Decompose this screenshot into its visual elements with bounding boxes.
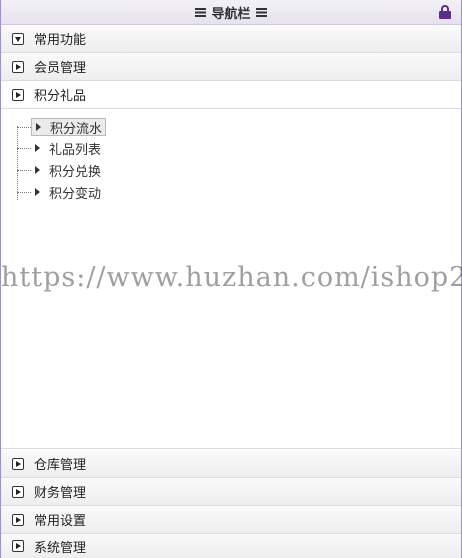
- section-label: 财务管理: [34, 486, 87, 501]
- header-title-group: 导航栏: [195, 3, 267, 22]
- tree-item-points-exchange[interactable]: 积分兑换: [17, 160, 104, 180]
- tree-item-gift-list[interactable]: 礼品列表: [17, 138, 104, 158]
- section-label: 常用功能: [34, 33, 87, 48]
- expand-down-icon: [12, 32, 24, 45]
- expand-right-icon: [12, 88, 24, 101]
- section-points-gifts[interactable]: 积分礼品: [1, 81, 461, 109]
- points-gifts-tree: 积分流水 礼品列表 积分兑换 积分变动: [1, 109, 461, 449]
- caret-right-icon: [35, 144, 40, 152]
- hamburger-icon: [195, 7, 207, 17]
- section-label: 系统管理: [34, 540, 87, 556]
- section-common-settings[interactable]: 常用设置: [1, 506, 461, 534]
- expand-right-icon: [12, 60, 24, 73]
- tree-item-label: 积分变动: [49, 186, 102, 202]
- section-label: 会员管理: [34, 61, 87, 76]
- tree-item-label: 礼品列表: [49, 142, 102, 158]
- section-label: 常用设置: [34, 514, 87, 529]
- navigation-panel: 导航栏 常用功能 会员管理 积分礼品 积分流水 礼品列表 积分兑换 积分变动 仓…: [0, 0, 462, 558]
- tree-item-points-change[interactable]: 积分变动: [17, 182, 104, 202]
- expand-right-icon: [12, 485, 24, 498]
- caret-right-icon: [35, 166, 40, 174]
- tree-item-points-flow[interactable]: 积分流水: [17, 117, 107, 137]
- caret-right-icon: [36, 123, 41, 131]
- section-common-functions[interactable]: 常用功能: [1, 25, 461, 53]
- expand-right-icon: [12, 457, 24, 470]
- section-warehouse-management[interactable]: 仓库管理: [1, 450, 461, 478]
- hamburger-icon: [255, 7, 267, 17]
- section-label: 仓库管理: [34, 458, 87, 473]
- panel-title: 导航栏: [211, 6, 251, 22]
- lock-icon[interactable]: [439, 5, 451, 19]
- section-label: 积分礼品: [34, 89, 87, 104]
- caret-right-icon: [35, 188, 40, 196]
- tree-item-label: 积分流水: [50, 121, 103, 137]
- section-finance-management[interactable]: 财务管理: [1, 478, 461, 506]
- expand-right-icon: [12, 540, 24, 552]
- panel-header: 导航栏: [1, 0, 461, 25]
- tree-item-label: 积分兑换: [49, 164, 102, 180]
- section-member-management[interactable]: 会员管理: [1, 53, 461, 81]
- expand-right-icon: [12, 513, 24, 526]
- section-system-management[interactable]: 系统管理: [1, 534, 461, 558]
